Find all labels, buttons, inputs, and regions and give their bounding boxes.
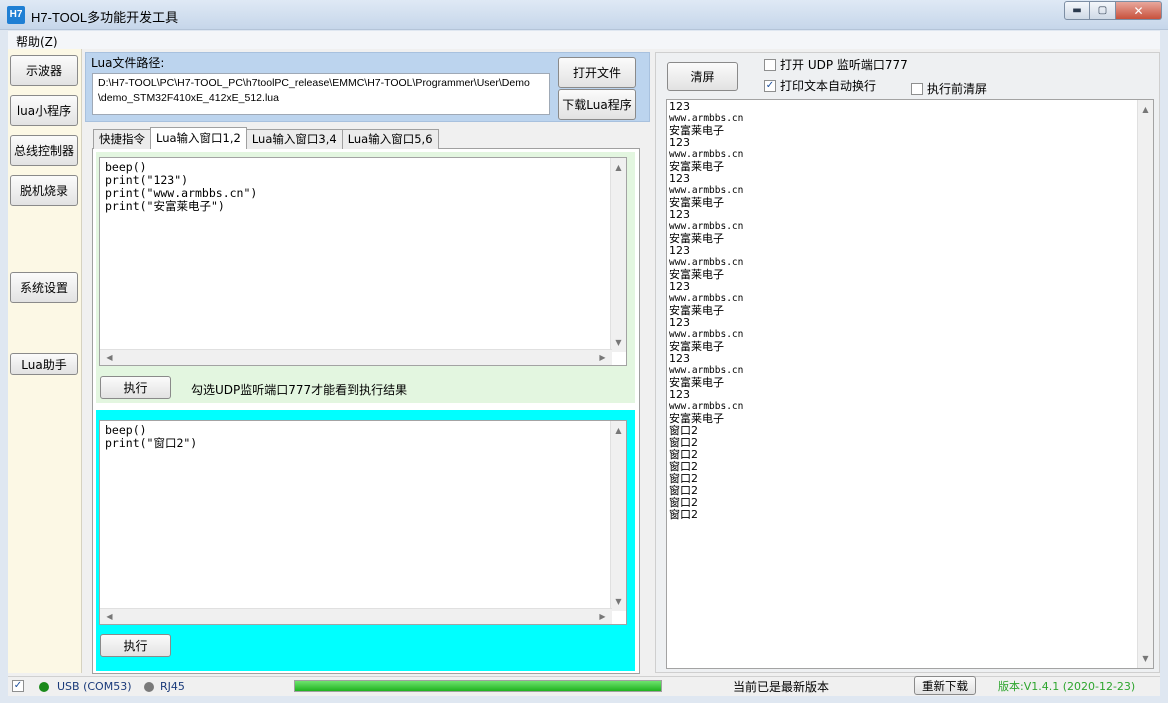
lua-path-line2: \demo_STM32F410xE_412xE_512.lua: [98, 92, 279, 104]
output-line: 123: [669, 388, 690, 401]
rj45-status-label: RJ45: [160, 680, 185, 693]
close-icon[interactable]: ✕: [1116, 1, 1162, 20]
tab-quick-commands[interactable]: 快捷指令: [93, 129, 151, 149]
clear-screen-button[interactable]: 清屏: [667, 62, 738, 91]
output-vscrollbar[interactable]: ▲ ▼: [1137, 100, 1153, 668]
minimize-icon[interactable]: ▬: [1064, 1, 1090, 20]
editor1-vscrollbar[interactable]: ▲ ▼: [610, 158, 626, 352]
scroll-left-icon[interactable]: ◀: [102, 350, 117, 365]
clear-before-run-checkbox[interactable]: 执行前清屏: [911, 80, 987, 97]
version-text: 版本:V1.4.1 (2020-12-23): [998, 680, 1136, 693]
editor1-hscrollbar[interactable]: ◀ ▶: [100, 349, 612, 365]
system-settings-button[interactable]: 系统设置: [10, 272, 78, 303]
download-lua-button[interactable]: 下载Lua程序: [558, 89, 636, 120]
output-line: 123: [669, 208, 690, 221]
menu-bar: 帮助(Z): [8, 31, 1160, 49]
output-line: 123: [669, 352, 690, 365]
output-line: 123: [669, 244, 690, 257]
lua-assistant-button[interactable]: Lua助手: [10, 353, 78, 375]
output-lines: 123 www.armbbs.cn 安富莱电子 123 www.armbbs.cn 安富莱…: [669, 101, 743, 521]
maximize-icon[interactable]: ▢: [1090, 1, 1116, 20]
progress-bar: [294, 680, 662, 692]
window-title: H7-TOOL多功能开发工具: [31, 10, 179, 25]
editor2-code: beep() print("窗口2"): [105, 423, 198, 450]
auto-wrap-checkbox[interactable]: ✓ 打印文本自动换行: [764, 77, 876, 94]
output-line: 123: [669, 172, 690, 185]
scroll-up-icon[interactable]: ▲: [611, 423, 626, 438]
tab-lua-window-3-4[interactable]: Lua输入窗口3,4: [245, 129, 343, 149]
update-status-text: 当前已是最新版本: [733, 680, 830, 694]
udp-listen-checkbox[interactable]: 打开 UDP 监听端口777: [764, 56, 908, 73]
editor2-hscrollbar[interactable]: ◀ ▶: [100, 608, 612, 624]
scroll-up-icon[interactable]: ▲: [1138, 102, 1153, 117]
output-line: 123: [669, 136, 690, 149]
menu-help[interactable]: 帮助(Z): [16, 33, 58, 50]
lua-path-field[interactable]: D:\H7-TOOL\PC\H7-TOOL_PC\h7toolPC_releas…: [92, 73, 550, 115]
editor1-code: beep() print("123") print("www.armbbs.cn…: [105, 160, 258, 213]
lua-path-line1: D:\H7-TOOL\PC\H7-TOOL_PC\h7toolPC_releas…: [98, 77, 530, 89]
output-line: 123: [669, 100, 690, 113]
scroll-up-icon[interactable]: ▲: [611, 160, 626, 175]
output-line: 窗口2: [669, 508, 698, 521]
run-button-1[interactable]: 执行: [100, 376, 171, 399]
scroll-down-icon[interactable]: ▼: [611, 335, 626, 350]
lua-editor-2[interactable]: beep() print("窗口2") ▲ ▼ ◀ ▶: [99, 420, 627, 625]
usb-status-label: USB (COM53): [57, 680, 132, 693]
editor2-vscrollbar[interactable]: ▲ ▼: [610, 421, 626, 611]
tab-lua-window-5-6[interactable]: Lua输入窗口5,6: [341, 129, 439, 149]
auto-wrap-label: 打印文本自动换行: [780, 79, 877, 93]
output-line: 123: [669, 316, 690, 329]
output-textarea[interactable]: 123 www.armbbs.cn 安富莱电子 123 www.armbbs.cn 安富莱…: [666, 99, 1154, 669]
checkmark-icon[interactable]: ✓: [764, 79, 776, 92]
scroll-left-icon[interactable]: ◀: [102, 609, 117, 624]
bus-controller-button[interactable]: 总线控制器: [10, 135, 78, 166]
output-line: 123: [669, 280, 690, 293]
offline-burn-button[interactable]: 脱机烧录: [10, 175, 78, 206]
rj45-status-icon: [144, 682, 154, 692]
usb-status-icon: [39, 682, 49, 692]
oscilloscope-button[interactable]: 示波器: [10, 55, 78, 86]
tab-lua-window-1-2[interactable]: Lua输入窗口1,2: [150, 127, 247, 149]
udp-hint-text: 勾选UDP监听端口777才能看到执行结果: [191, 383, 408, 397]
progress-fill: [295, 681, 661, 691]
scroll-right-icon[interactable]: ▶: [595, 609, 610, 624]
lua-app-button[interactable]: lua小程序: [10, 95, 78, 126]
status-checkmark-icon[interactable]: ✓: [12, 680, 24, 692]
scroll-down-icon[interactable]: ▼: [1138, 651, 1153, 666]
clear-before-run-label: 执行前清屏: [927, 82, 988, 96]
app-icon: H7: [7, 6, 25, 24]
udp-listen-box[interactable]: [764, 58, 776, 71]
window-controls: ▬ ▢ ✕: [1064, 1, 1162, 20]
scroll-right-icon[interactable]: ▶: [595, 350, 610, 365]
lua-editor-1[interactable]: beep() print("123") print("www.armbbs.cn…: [99, 157, 627, 366]
clear-before-run-box[interactable]: [911, 82, 923, 95]
redownload-button[interactable]: 重新下载: [914, 676, 976, 695]
udp-listen-label: 打开 UDP 监听端口777: [780, 58, 908, 72]
scroll-down-icon[interactable]: ▼: [611, 594, 626, 609]
open-file-button[interactable]: 打开文件: [558, 57, 636, 88]
lua-path-label: Lua文件路径:: [91, 56, 165, 70]
run-button-2[interactable]: 执行: [100, 634, 171, 657]
tab-strip: 快捷指令 Lua输入窗口1,2 Lua输入窗口3,4 Lua输入窗口5,6: [93, 127, 439, 149]
